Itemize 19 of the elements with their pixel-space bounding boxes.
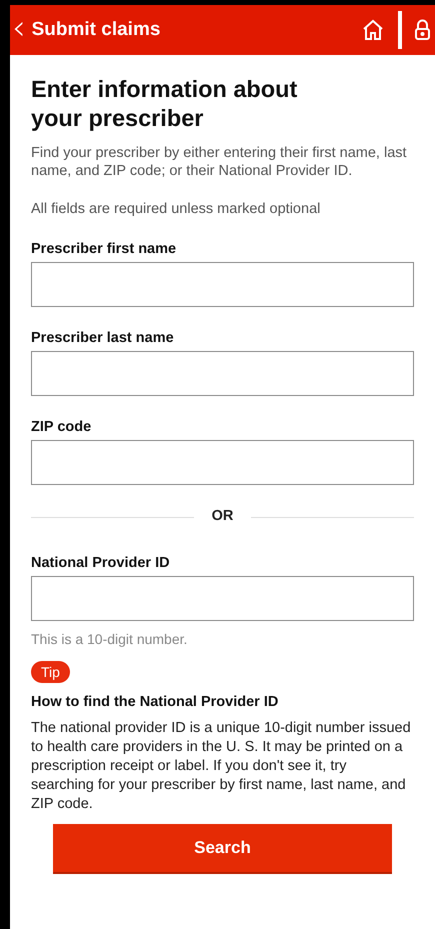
input-field[interactable] xyxy=(31,262,414,307)
divider-text: OR xyxy=(210,507,234,526)
tip-badge: Tip xyxy=(31,661,70,683)
home-icon[interactable] xyxy=(361,18,385,42)
required-note: All fields are required unless marked optional xyxy=(31,200,322,218)
field-label: Prescriber first name xyxy=(31,240,178,259)
input-field[interactable] xyxy=(31,440,414,485)
intro-text: Find your prescriber by either entering their first name, last name, and ZIP code; or their National Provider ID. xyxy=(31,144,408,180)
tip-heading: How to find the National Provider ID xyxy=(31,693,280,712)
field-label: ZIP code xyxy=(31,418,92,437)
field-label: Prescriber last name xyxy=(31,329,175,348)
tip-text: The national provider ID is a unique 10-digit number issued to health care providers in the U. S. It may be printed on a prescription receipt or label. If you don't see it, try searching for your prescriber by first name, last name, and ZIP code. xyxy=(31,719,412,814)
input-field[interactable] xyxy=(31,351,414,396)
lock-icon[interactable] xyxy=(414,19,431,41)
search-button[interactable]: Search xyxy=(53,824,392,874)
page-title: Enter information about your prescriber xyxy=(31,75,298,133)
field-label: National Provider ID xyxy=(31,554,171,573)
input-field[interactable] xyxy=(31,576,414,621)
field-hint: This is a 10-digit number. xyxy=(31,630,188,649)
